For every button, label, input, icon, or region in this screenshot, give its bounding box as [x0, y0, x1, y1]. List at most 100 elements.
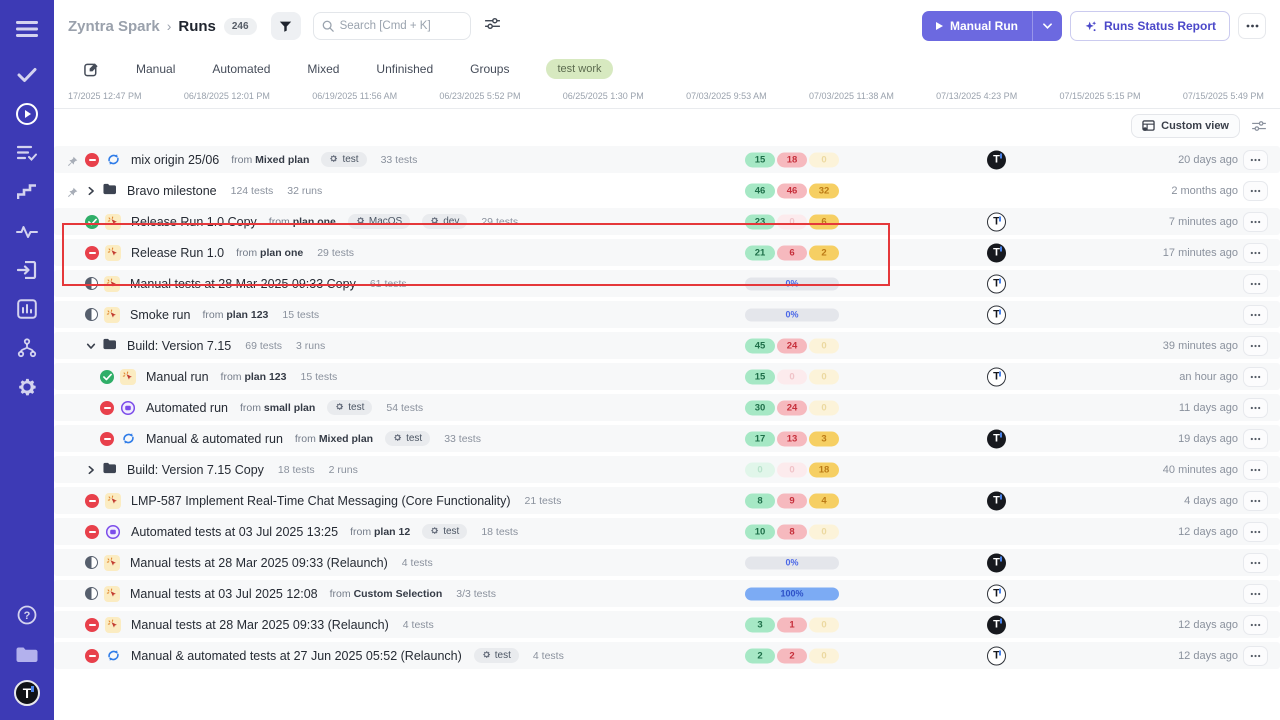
- search-input[interactable]: [340, 20, 460, 32]
- tag-badge[interactable]: test: [422, 524, 467, 539]
- row-menu-button[interactable]: [1243, 274, 1268, 294]
- search-box[interactable]: [313, 12, 471, 40]
- manual-run-split-button[interactable]: Manual Run: [922, 11, 1062, 41]
- branches-icon[interactable]: [14, 335, 40, 361]
- assignee-avatar[interactable]: T: [987, 429, 1006, 448]
- plan-name[interactable]: plan 12: [374, 526, 410, 538]
- run-row[interactable]: Automated tests at 03 Jul 2025 13:25from…: [54, 518, 1280, 545]
- run-row[interactable]: Manual tests at 28 Mar 2025 09:33 (Relau…: [54, 611, 1280, 638]
- run-row[interactable]: mix origin 25/06from Mixed plantest33 te…: [54, 146, 1280, 173]
- run-row[interactable]: Manual tests at 28 Mar 2025 09:33 (Relau…: [54, 549, 1280, 576]
- plan-name[interactable]: plan one: [293, 216, 336, 228]
- assignee-avatar[interactable]: T: [987, 305, 1006, 324]
- tab-unfinished[interactable]: Unfinished: [376, 62, 433, 76]
- tag-badge[interactable]: test: [385, 431, 430, 446]
- plan-name[interactable]: plan 123: [226, 309, 268, 321]
- row-menu-button[interactable]: [1243, 646, 1268, 666]
- run-row[interactable]: Manual runfrom plan 12315 tests1500Tan h…: [54, 363, 1280, 390]
- row-menu-button[interactable]: [1243, 243, 1268, 263]
- row-menu-button[interactable]: [1243, 460, 1268, 480]
- run-row[interactable]: Manual tests at 28 Mar 2025 09:33 Copy61…: [54, 270, 1280, 297]
- row-menu-button[interactable]: [1243, 150, 1268, 170]
- assignee-avatar[interactable]: T: [987, 243, 1006, 262]
- breadcrumb-project[interactable]: Zyntra Spark: [68, 18, 160, 35]
- tag-badge[interactable]: test: [474, 648, 519, 663]
- run-name[interactable]: Manual tests at 28 Mar 2025 09:33 (Relau…: [130, 556, 388, 570]
- plan-name[interactable]: Mixed plan: [255, 154, 309, 166]
- assignee-avatar[interactable]: T: [987, 615, 1006, 634]
- plan-name[interactable]: plan 123: [244, 371, 286, 383]
- run-name[interactable]: Automated run: [146, 401, 228, 415]
- import-icon[interactable]: [14, 257, 40, 283]
- chevron-right-icon[interactable]: [85, 464, 96, 475]
- filter-funnel-button[interactable]: [271, 12, 301, 40]
- chevron-down-icon[interactable]: [85, 340, 96, 351]
- run-row[interactable]: Smoke runfrom plan 12315 tests0%T: [54, 301, 1280, 328]
- run-name[interactable]: Release Run 1.0 Copy: [131, 215, 257, 229]
- settings-gear-icon[interactable]: [14, 374, 40, 400]
- plan-name[interactable]: Mixed plan: [319, 433, 373, 445]
- tag-badge[interactable]: test: [327, 400, 372, 415]
- active-filter-tag[interactable]: test work: [546, 59, 612, 79]
- run-name[interactable]: Release Run 1.0: [131, 246, 224, 260]
- manual-run-button[interactable]: Manual Run: [922, 11, 1032, 41]
- run-group-row[interactable]: Build: Version 7.15 Copy18 tests2 runs00…: [54, 456, 1280, 483]
- run-name[interactable]: Manual run: [146, 370, 209, 384]
- row-menu-button[interactable]: [1243, 305, 1268, 325]
- run-name[interactable]: Manual & automated run: [146, 432, 283, 446]
- tab-mixed[interactable]: Mixed: [307, 62, 339, 76]
- row-menu-button[interactable]: [1243, 336, 1268, 356]
- tab-automated[interactable]: Automated: [212, 62, 270, 76]
- compose-icon[interactable]: [84, 62, 99, 77]
- projects-folder-icon[interactable]: [14, 641, 40, 667]
- run-name[interactable]: Build: Version 7.15 Copy: [127, 463, 264, 477]
- run-row[interactable]: Manual tests at 03 Jul 2025 12:08from Cu…: [54, 580, 1280, 607]
- chevron-right-icon[interactable]: [85, 185, 96, 196]
- run-name[interactable]: Manual tests at 28 Mar 2025 09:33 Copy: [130, 277, 356, 291]
- row-menu-button[interactable]: [1243, 398, 1268, 418]
- plan-name[interactable]: Custom Selection: [354, 588, 443, 600]
- assignee-avatar[interactable]: T: [987, 212, 1006, 231]
- run-row[interactable]: Manual & automated tests at 27 Jun 2025 …: [54, 642, 1280, 669]
- run-name[interactable]: Automated tests at 03 Jul 2025 13:25: [131, 525, 338, 539]
- run-name[interactable]: Smoke run: [130, 308, 190, 322]
- header-more-button[interactable]: [1238, 13, 1266, 39]
- assignee-avatar[interactable]: T: [987, 646, 1006, 665]
- pulse-icon[interactable]: [14, 218, 40, 244]
- runs-status-report-button[interactable]: Runs Status Report: [1070, 11, 1230, 41]
- tag-badge[interactable]: MacOS: [348, 214, 410, 229]
- run-group-row[interactable]: Bravo milestone124 tests32 runs4646322 m…: [54, 177, 1280, 204]
- run-name[interactable]: Bravo milestone: [127, 184, 217, 198]
- run-name[interactable]: Manual tests at 28 Mar 2025 09:33 (Relau…: [131, 618, 389, 632]
- row-menu-button[interactable]: [1243, 615, 1268, 635]
- menu-icon[interactable]: [14, 16, 40, 42]
- assignee-avatar[interactable]: T: [987, 553, 1006, 572]
- test-plans-icon[interactable]: [14, 140, 40, 166]
- manual-run-dropdown[interactable]: [1032, 11, 1062, 41]
- run-name[interactable]: Manual tests at 03 Jul 2025 12:08: [130, 587, 318, 601]
- assignee-avatar[interactable]: T: [987, 491, 1006, 510]
- help-icon[interactable]: ?: [14, 602, 40, 628]
- plan-name[interactable]: plan one: [260, 247, 303, 259]
- tag-badge[interactable]: test: [321, 152, 366, 167]
- assignee-avatar[interactable]: T: [987, 150, 1006, 169]
- steps-icon[interactable]: [14, 179, 40, 205]
- search-settings-icon[interactable]: [485, 17, 500, 35]
- assignee-avatar[interactable]: T: [987, 584, 1006, 603]
- tab-manual[interactable]: Manual: [136, 62, 175, 76]
- run-name[interactable]: LMP-587 Implement Real-Time Chat Messagi…: [131, 494, 511, 508]
- tasks-icon[interactable]: [14, 62, 40, 88]
- run-row[interactable]: Automated runfrom small plantest54 tests…: [54, 394, 1280, 421]
- run-name[interactable]: Manual & automated tests at 27 Jun 2025 …: [131, 649, 462, 663]
- row-menu-button[interactable]: [1243, 212, 1268, 232]
- view-settings-icon[interactable]: [1252, 120, 1266, 132]
- row-menu-button[interactable]: [1243, 429, 1268, 449]
- workspace-logo[interactable]: T: [14, 680, 40, 706]
- tab-groups[interactable]: Groups: [470, 62, 509, 76]
- custom-view-button[interactable]: Custom view: [1131, 114, 1240, 138]
- run-row[interactable]: Release Run 1.0from plan one29 tests2162…: [54, 239, 1280, 266]
- assignee-avatar[interactable]: T: [987, 274, 1006, 293]
- row-menu-button[interactable]: [1243, 522, 1268, 542]
- row-menu-button[interactable]: [1243, 584, 1268, 604]
- run-row[interactable]: Manual & automated runfrom Mixed plantes…: [54, 425, 1280, 452]
